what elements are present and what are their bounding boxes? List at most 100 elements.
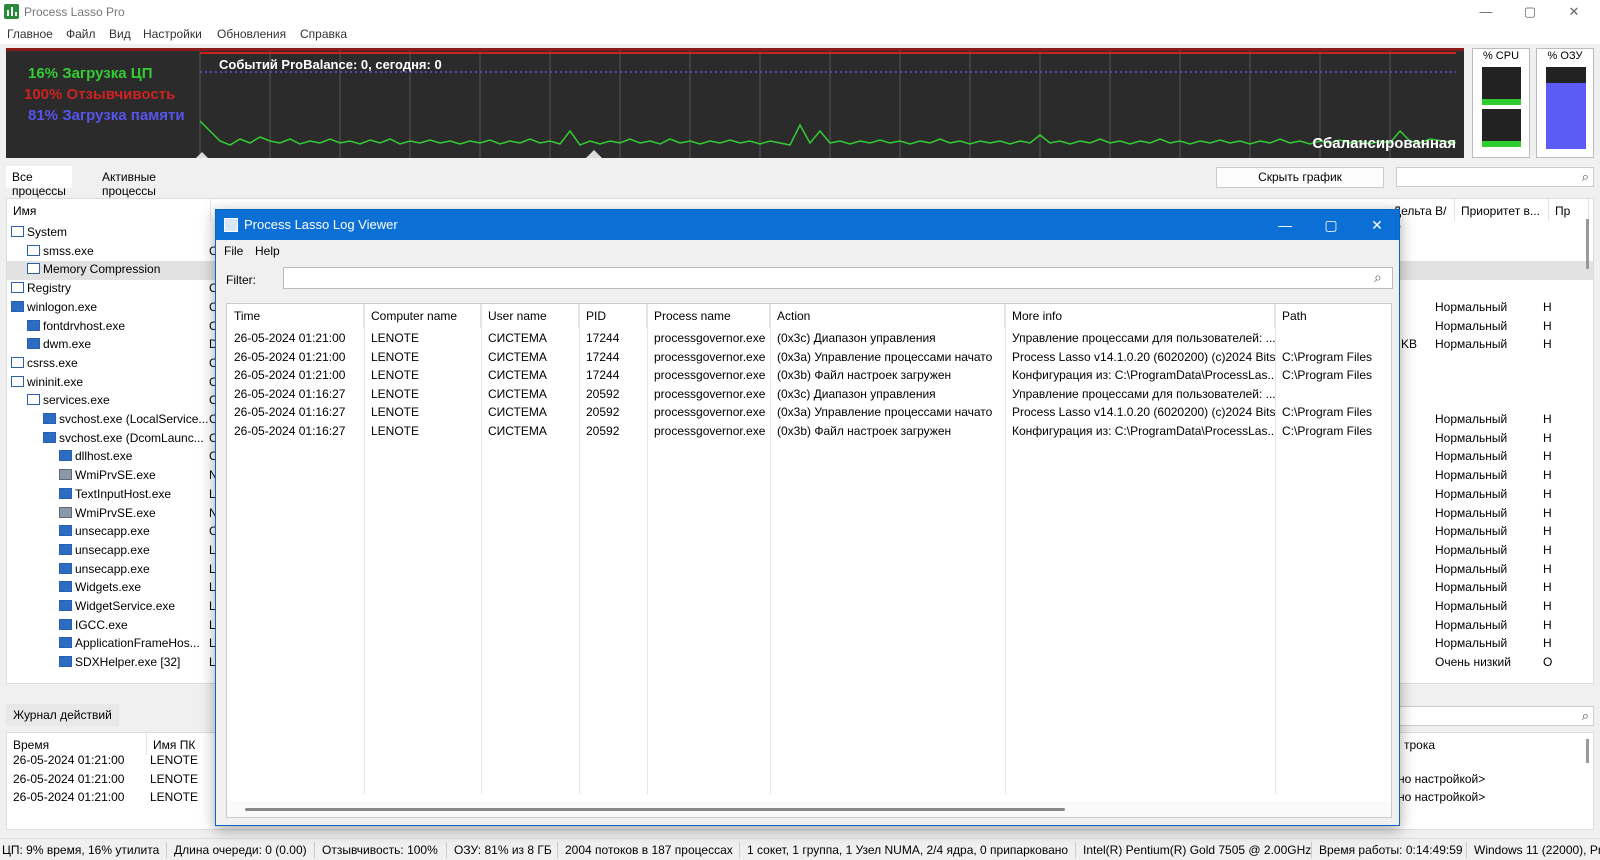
- table-row[interactable]: WidgetService.exe: [59, 597, 175, 616]
- table-row[interactable]: csrss.exe: [11, 354, 78, 373]
- log-col-header[interactable]: Time: [227, 304, 364, 328]
- status-os: Windows 11 (22000), Pr: [1474, 843, 1600, 857]
- table-row[interactable]: System: [11, 223, 67, 242]
- tab-action-log[interactable]: Журнал действий: [6, 704, 119, 726]
- log-time-cell: 26-05-2024 01:21:00: [13, 771, 125, 786]
- table-row[interactable]: svchost.exe (LocalService...: [43, 410, 208, 429]
- table-row[interactable]: WmiPrvSE.exe: [59, 504, 156, 523]
- table-row[interactable]: Widgets.exe: [59, 578, 141, 597]
- col-header-priority[interactable]: Приоритет в...: [1455, 199, 1549, 221]
- log-col-header[interactable]: PID: [579, 304, 647, 328]
- menu-help[interactable]: Справка: [300, 27, 347, 41]
- menu-bar: Главное Файл Вид Настройки Обновления Сп…: [0, 24, 1600, 44]
- pr-cell: Н: [1543, 430, 1552, 445]
- table-row[interactable]: WmiPrvSE.exe: [59, 466, 156, 485]
- maximize-button[interactable]: ▢: [1510, 2, 1550, 22]
- process-icon: [43, 413, 56, 424]
- app-logo-icon: [4, 4, 19, 19]
- cpu-meter: % CPU: [1472, 48, 1530, 158]
- log-cell: Конфигурация из: C:\ProgramData\ProcessL…: [1012, 424, 1275, 438]
- process-icon: [59, 543, 72, 555]
- log-pc-cell: LENOTE: [150, 790, 199, 804]
- table-row[interactable]: winlogon.exe: [11, 298, 97, 317]
- log-cell: (0x3c) Диапазон управления: [777, 386, 936, 401]
- log-col-header[interactable]: More info: [1005, 304, 1275, 328]
- vertical-scrollbar[interactable]: [1586, 219, 1589, 269]
- priority-cell: Нормальный: [1435, 580, 1508, 595]
- col-header-pr[interactable]: Пр: [1549, 199, 1589, 221]
- log-cell: 17244: [586, 331, 620, 345]
- dialog-menu-file[interactable]: File: [224, 244, 243, 258]
- process-name: WidgetService.exe: [75, 599, 176, 613]
- table-row[interactable]: IGCC.exe: [59, 616, 128, 635]
- table-row[interactable]: smss.exe: [27, 242, 94, 261]
- tab-all-processes[interactable]: Все процессы: [6, 166, 72, 198]
- dialog-minimize-button[interactable]: —: [1262, 210, 1308, 240]
- pr-cell: Н: [1543, 412, 1552, 426]
- table-row[interactable]: services.exe: [27, 391, 110, 410]
- table-row[interactable]: dllhost.exe: [59, 447, 132, 466]
- col-header-line[interactable]: трока: [1398, 733, 1518, 755]
- menu-view[interactable]: Вид: [109, 27, 131, 41]
- process-name: System: [27, 225, 68, 239]
- power-profile-label[interactable]: Сбалансированная: [1312, 135, 1456, 152]
- process-icon: [27, 394, 40, 406]
- menu-main[interactable]: Главное: [7, 27, 53, 41]
- ram-meter: % ОЗУ: [1536, 48, 1594, 158]
- log-cell: C:\Program Files: [1282, 405, 1373, 420]
- table-row[interactable]: Registry: [11, 279, 71, 298]
- table-row[interactable]: TextInputHost.exe: [59, 485, 171, 504]
- table-row[interactable]: Memory Compression: [27, 260, 160, 279]
- log-cell: 17244: [586, 349, 620, 364]
- hide-graph-button[interactable]: Скрыть график: [1216, 167, 1384, 188]
- log-col-header[interactable]: Computer name: [364, 304, 481, 328]
- table-row[interactable]: dwm.exe: [27, 335, 91, 354]
- menu-file[interactable]: Файл: [66, 27, 96, 41]
- priority-cell: Нормальный: [1435, 412, 1508, 426]
- table-row[interactable]: unsecapp.exe: [59, 522, 150, 541]
- dialog-title-bar[interactable]: Process Lasso Log Viewer — ▢ ✕: [216, 210, 1399, 240]
- table-row[interactable]: unsecapp.exe: [59, 560, 150, 579]
- tab-active-processes[interactable]: Активные процессы: [96, 166, 162, 198]
- horizontal-scrollbar[interactable]: [227, 801, 1391, 817]
- table-row[interactable]: fontdrvhost.exe: [27, 317, 125, 336]
- log-col-header[interactable]: User name: [481, 304, 579, 328]
- process-name: svchost.exe (LocalService...: [59, 412, 209, 426]
- dialog-close-button[interactable]: ✕: [1354, 210, 1400, 240]
- performance-graph[interactable]: 16% Загрузка ЦП 100% Отзывчивость 81% За…: [6, 48, 1464, 158]
- menu-updates[interactable]: Обновления: [217, 27, 286, 41]
- process-name: services.exe: [43, 393, 110, 408]
- log-search-input[interactable]: ⌕: [1396, 706, 1594, 726]
- dialog-maximize-button[interactable]: ▢: [1308, 210, 1354, 240]
- log-cell: processgovernor.exe: [654, 424, 766, 438]
- log-col-header[interactable]: Path: [1275, 304, 1391, 328]
- table-row[interactable]: SDXHelper.exe [32]: [59, 653, 180, 672]
- status-cpu: ЦП: 9% время, 16% утилита: [2, 843, 160, 857]
- filter-input[interactable]: [283, 267, 1393, 289]
- log-vertical-scrollbar[interactable]: [1586, 739, 1589, 763]
- log-col-header[interactable]: Process name: [647, 304, 770, 328]
- log-col-header[interactable]: Action: [770, 304, 1005, 328]
- dialog-menu-help[interactable]: Help: [255, 244, 280, 258]
- process-name: WmiPrvSE.exe: [75, 505, 156, 520]
- menu-settings[interactable]: Настройки: [143, 27, 202, 41]
- col-header-name[interactable]: Имя: [7, 199, 211, 221]
- search-icon: ⌕: [1581, 708, 1589, 723]
- probalance-events: Событий ProBalance: 0, сегодня: 0: [219, 57, 442, 72]
- process-search-input[interactable]: ⌕: [1396, 167, 1594, 187]
- table-row[interactable]: svchost.exe (DcomLaunc...: [43, 429, 204, 448]
- table-row[interactable]: unsecapp.exe: [59, 541, 150, 560]
- log-cell: (0x3a) Управление процессами начато: [777, 349, 993, 364]
- minimize-button[interactable]: —: [1466, 2, 1506, 22]
- process-name: Registry: [27, 281, 72, 296]
- log-cell: СИСТЕМА: [488, 368, 547, 383]
- priority-cell: Нормальный: [1435, 505, 1508, 520]
- pr-cell: Н: [1543, 617, 1552, 632]
- status-topology: 1 сокет, 1 группа, 1 Узел NUMA, 2/4 ядра…: [747, 843, 1069, 857]
- priority-cell: Нормальный: [1435, 542, 1508, 557]
- scrollbar-thumb[interactable]: [245, 808, 1065, 811]
- table-row[interactable]: wininit.exe: [11, 373, 83, 392]
- table-row[interactable]: ApplicationFrameHos...: [59, 634, 200, 653]
- process-icon: [59, 656, 72, 668]
- close-button[interactable]: ✕: [1554, 2, 1594, 22]
